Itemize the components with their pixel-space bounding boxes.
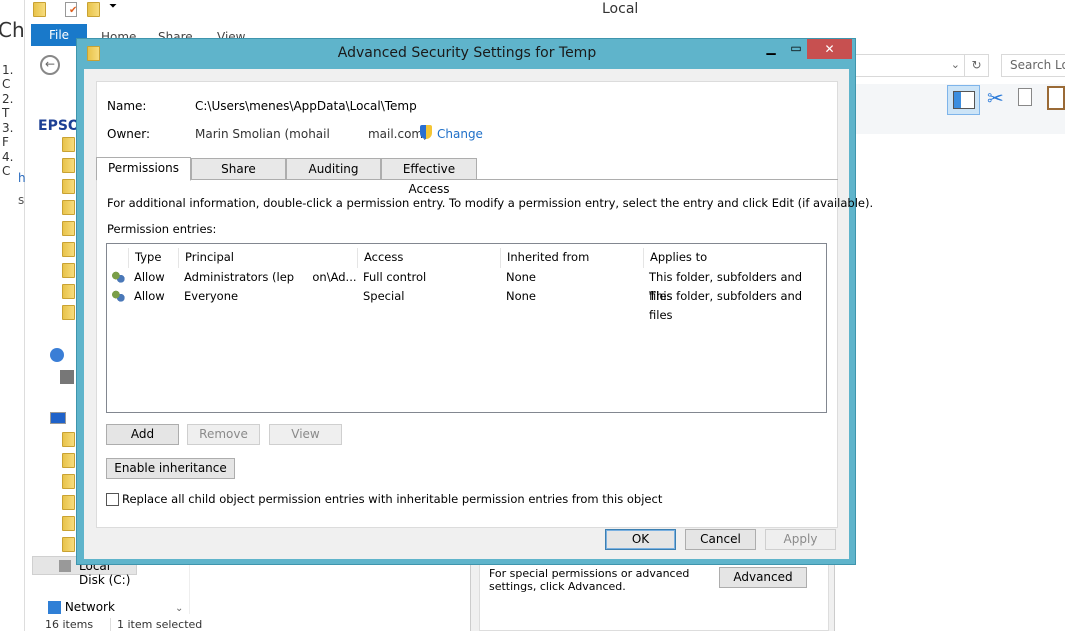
name-value: C:\Users\menes\AppData\Local\Temp [195,99,417,113]
preview-pane-icon[interactable] [947,85,980,115]
window-title: Local [602,1,639,17]
advanced-hint: For special permissions or advanced sett… [489,567,690,593]
list-fragment: 1. C [2,63,14,91]
folder-icon[interactable] [62,432,75,447]
folder-icon[interactable] [62,200,75,215]
users-icon [111,290,125,303]
cell-principal: Administrators (lep on\Ad... [184,270,357,284]
tab-auditing[interactable]: Auditing [286,158,381,180]
column-header-principal[interactable]: Principal [178,248,358,268]
replace-child-permissions-label: Replace all child object permission entr… [122,492,663,506]
paste-icon[interactable] [1047,86,1065,110]
cell-type: Allow [134,289,165,303]
replace-child-permissions-checkbox[interactable] [106,493,119,506]
folder-icon[interactable] [62,516,75,531]
enable-inheritance-button[interactable]: Enable inheritance [106,458,235,479]
view-button[interactable]: View [269,424,342,445]
column-header-type[interactable]: Type [128,248,180,268]
name-label: Name: [107,99,147,113]
scroll-down-icon[interactable]: ⌄ [175,603,183,614]
entries-label: Permission entries: [107,222,217,236]
user-avatar-icon[interactable] [60,370,74,384]
new-folder-icon[interactable] [87,2,100,17]
cell-applies: This folder, subfolders and files [649,270,803,303]
search-input[interactable]: Search Loc [1001,54,1065,77]
cell-access: Special [363,289,405,303]
background-page: Cha 1. C 2. T 3. F 4. C h s [0,0,37,631]
copy-icon[interactable] [1018,88,1032,106]
dialog-body: Name: C:\Users\menes\AppData\Local\Temp … [84,69,874,559]
refresh-button[interactable]: ↻ [964,54,989,77]
cell-principal: Everyone [184,289,239,303]
customize-toolbar-icon[interactable]: ⏷ [109,1,117,12]
list-fragment: 2. T [2,92,14,120]
list-fragment: s [18,193,25,207]
maximize-button[interactable]: ▭ [783,41,809,57]
cell-access: Full control [363,270,427,284]
quick-access-toolbar: ✔ ⏷ Local [25,0,1065,22]
table-row[interactable]: Allow Everyone Special None This folder,… [107,287,826,322]
folder-icon[interactable] [62,495,75,510]
advanced-security-dialog: Advanced Security Settings for Temp ▁ ▭ … [76,38,874,565]
tab-effective-access[interactable]: Effective Access [381,158,477,196]
add-button[interactable]: Add [106,424,179,445]
chevron-down-icon[interactable]: ⌄ [951,58,960,71]
epson-logo: EPSO [38,118,80,134]
folder-icon[interactable] [62,284,75,299]
cut-icon[interactable]: ✂ [987,86,1004,110]
content-panel: Name: C:\Users\menes\AppData\Local\Temp … [96,81,874,528]
info-text: For additional information, double-click… [107,196,874,210]
folder-icon[interactable] [62,242,75,257]
close-button[interactable]: ✕ [807,39,852,59]
cancel-button[interactable]: Cancel [685,529,756,550]
folder-icon [33,2,46,17]
list-fragment: 3. F [2,121,14,149]
dialog-title: Advanced Security Settings for Temp [337,45,597,61]
folder-icon[interactable] [62,137,75,152]
folder-icon[interactable] [62,179,75,194]
ok-button[interactable]: OK [605,529,676,550]
column-header-applies[interactable]: Applies to [643,248,827,268]
column-header-access[interactable]: Access [357,248,500,268]
cell-applies: This folder, subfolders and files [649,289,803,322]
tab-share[interactable]: Share [191,158,286,180]
folder-icon[interactable] [62,453,75,468]
network-icon [48,601,61,614]
cell-type: Allow [134,270,165,284]
table-row[interactable]: Allow Administrators (lep on\Ad... Full … [107,268,826,303]
folder-icon[interactable] [62,305,75,320]
change-owner-link[interactable]: Change [437,127,483,141]
properties-icon[interactable]: ✔ [65,2,77,17]
permission-entries-list[interactable]: Type Principal Access Inherited from App… [106,243,827,413]
status-items: 16 items [45,618,94,631]
this-pc-icon[interactable] [50,412,66,424]
folder-icon[interactable] [62,474,75,489]
folder-icon[interactable] [62,263,75,278]
back-button[interactable]: ← [40,55,60,75]
minimize-button[interactable]: ▁ [757,41,785,57]
nav-item-network[interactable]: Network [48,600,115,614]
uac-shield-icon [420,125,432,139]
column-header-inherited[interactable]: Inherited from [500,248,643,268]
folder-icon[interactable] [62,537,75,552]
folder-icon[interactable] [62,158,75,173]
drive-icon [59,560,71,572]
owner-label: Owner: [107,127,151,141]
owner-value: Marin Smolian (mohail mail.com) [195,127,428,141]
cell-inherited: None [506,289,537,303]
cell-inherited: None [506,270,537,284]
apply-button[interactable]: Apply [765,529,836,550]
status-selected: 1 item selected [110,618,202,631]
users-icon [111,271,125,284]
homegroup-icon[interactable] [50,348,64,362]
advanced-button[interactable]: Advanced [719,567,807,588]
folder-icon[interactable] [62,221,75,236]
tab-permissions[interactable]: Permissions [96,157,191,181]
network-label: Network [64,600,115,614]
remove-button[interactable]: Remove [187,424,260,445]
